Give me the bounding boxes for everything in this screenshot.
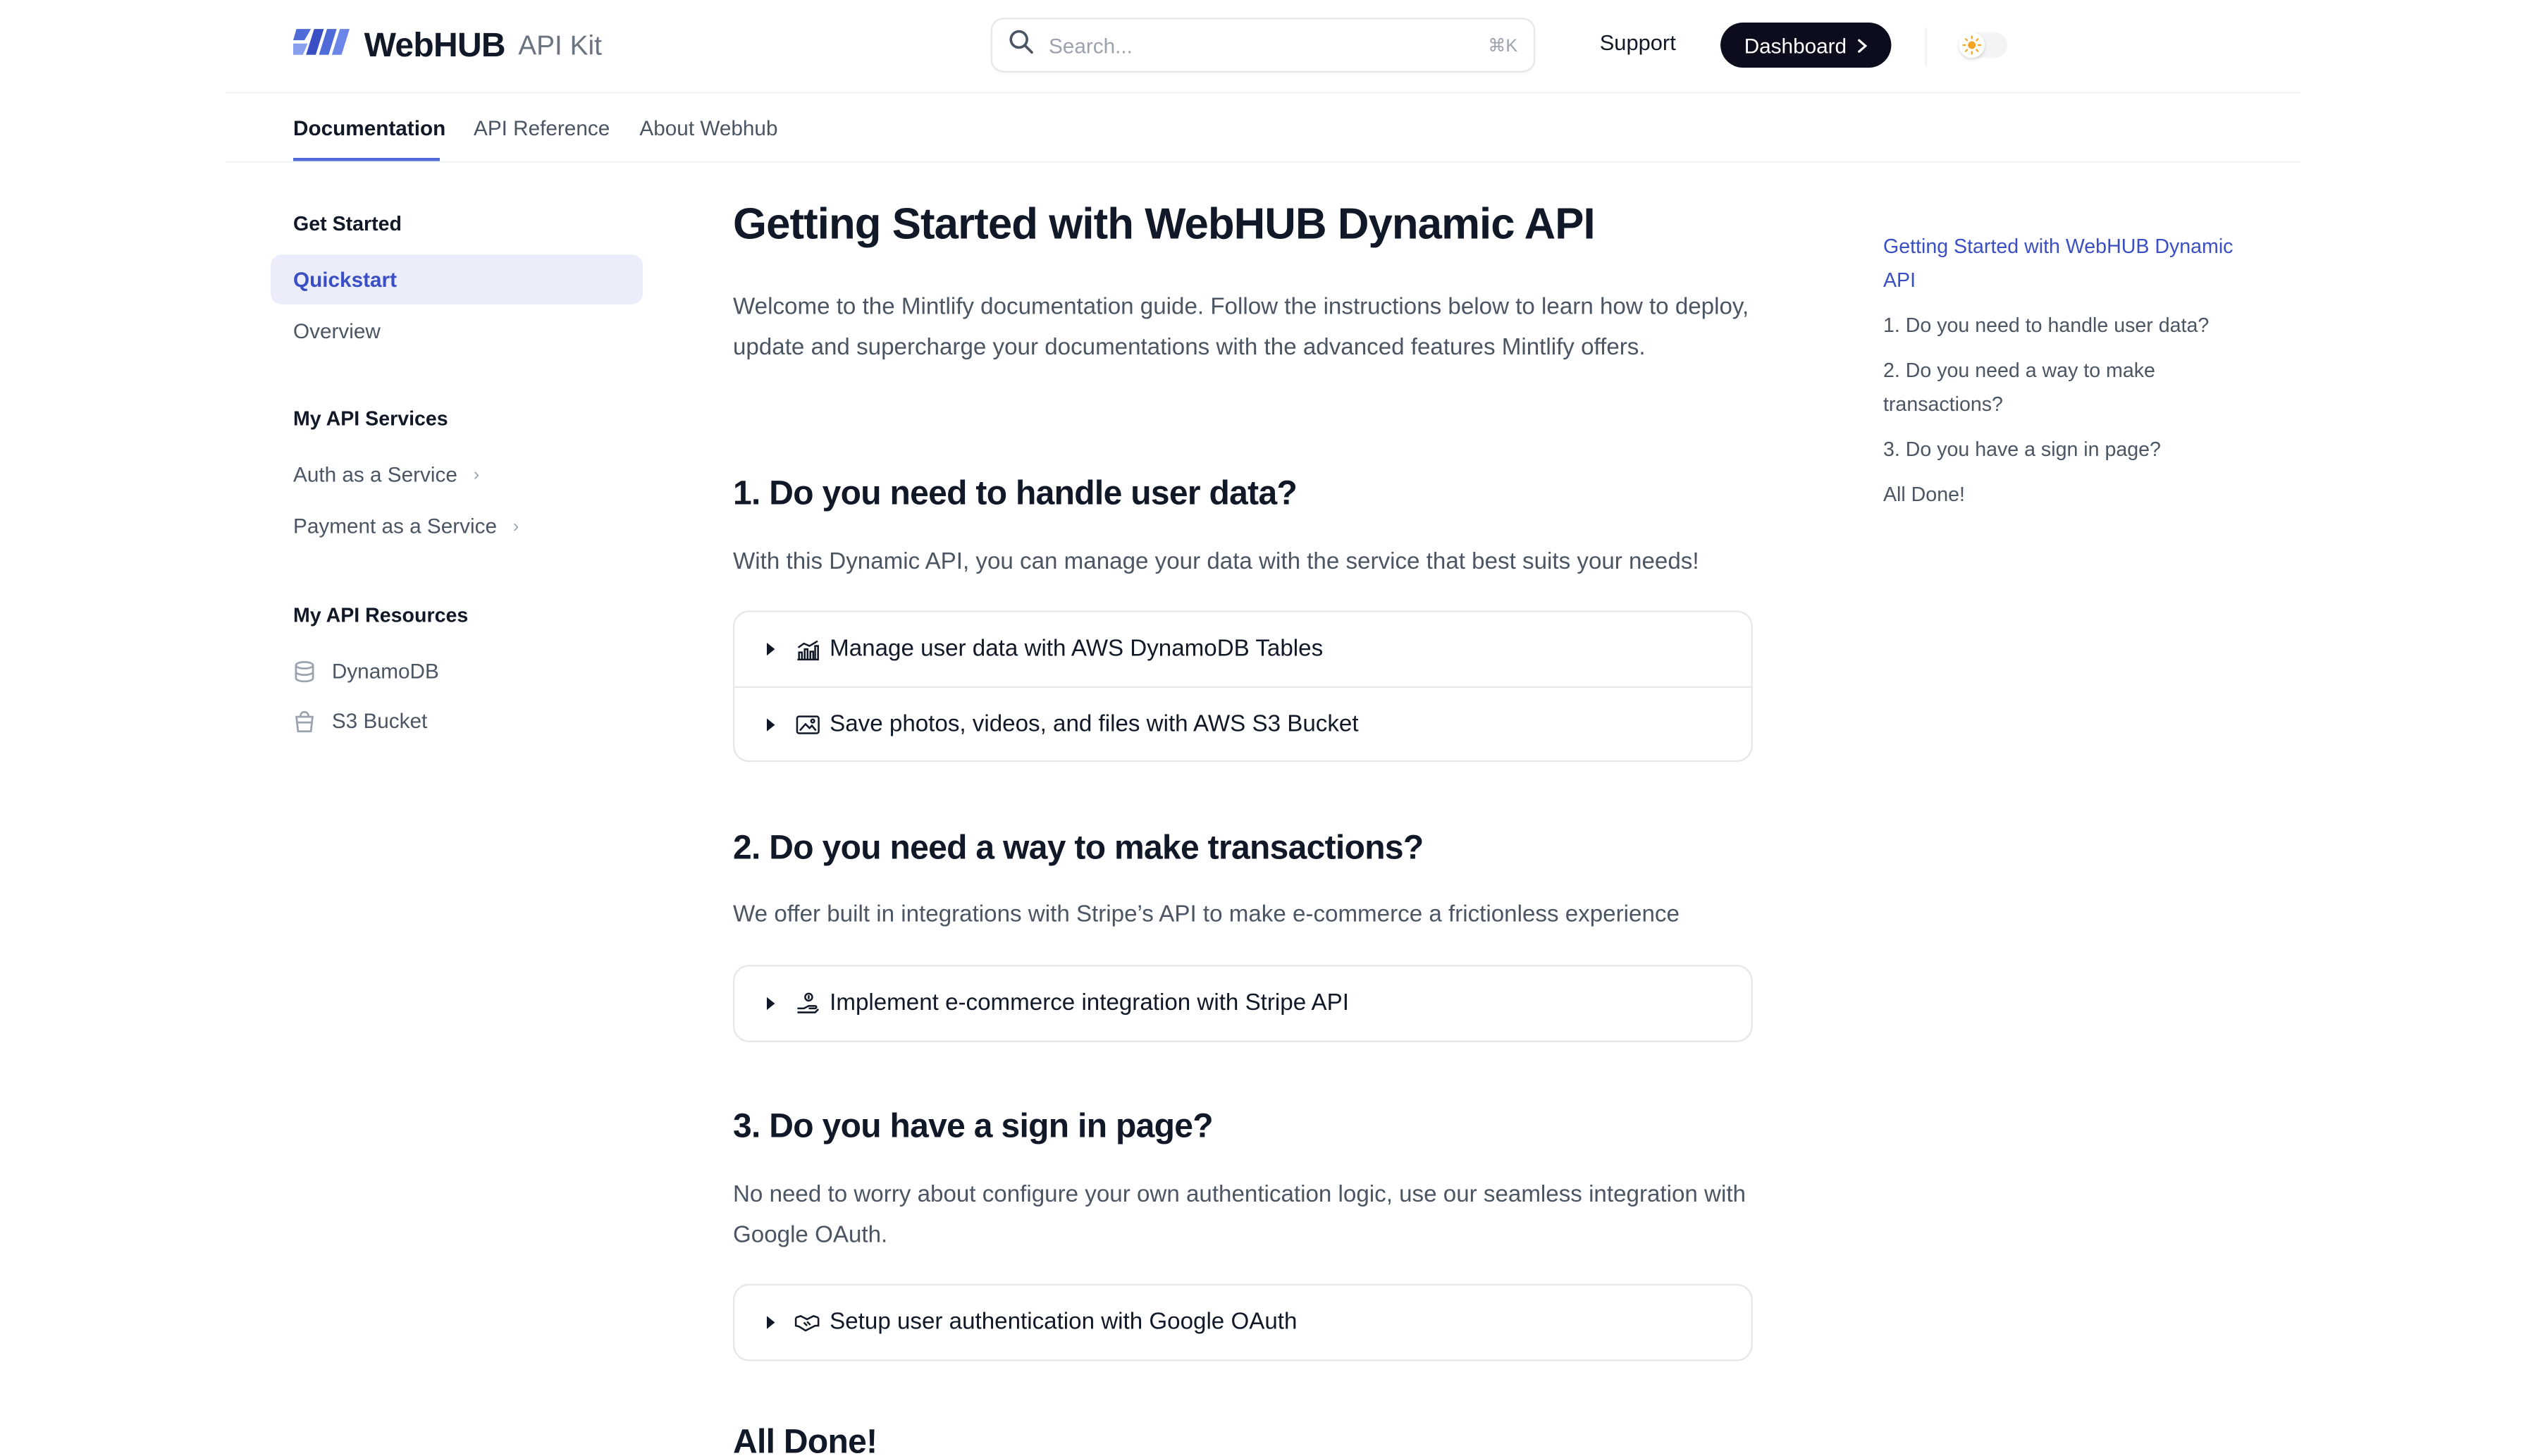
tab-api-reference[interactable]: API Reference — [474, 116, 610, 140]
chevron-right-icon: › — [512, 516, 519, 536]
accordion-google-oauth[interactable]: Setup user authentication with Google OA… — [734, 1285, 1751, 1359]
intro-paragraph: Welcome to the Mintlify documentation gu… — [732, 295, 1749, 360]
caret-right-icon — [766, 717, 775, 731]
search-shortcut: ⌘K — [1488, 36, 1518, 56]
section-heading-all-done: All Done! — [732, 1424, 877, 1456]
bucket-icon — [293, 710, 316, 732]
section-heading-transactions: 2. Do you need a way to make transaction… — [732, 829, 1424, 867]
search-icon — [1009, 28, 1035, 62]
sidebar-heading-resources: My API Resources — [292, 604, 469, 627]
sidebar-item-label: Quickstart — [292, 267, 397, 292]
search-bar[interactable]: Search... ⌘K — [990, 18, 1536, 73]
accordion-group-sign-in: Setup user authentication with Google OA… — [732, 1283, 1753, 1362]
theme-toggle[interactable] — [1959, 32, 2007, 58]
toc-item-sign-in[interactable]: 3. Do you have a sign in page? — [1883, 433, 2263, 467]
sidebar-item-label: Overview — [292, 319, 381, 343]
tab-about-webhub[interactable]: About Webhub — [639, 116, 777, 140]
sidebar-item-auth-service[interactable]: Auth as a Service › — [271, 450, 643, 500]
handshake-icon — [794, 1312, 820, 1334]
page-title: Getting Started with WebHUB Dynamic API — [732, 199, 1596, 248]
caret-right-icon — [766, 642, 775, 656]
sidebar-item-payment-service[interactable]: Payment as a Service › — [271, 501, 643, 551]
brand-subtitle: API Kit — [518, 30, 602, 61]
active-tab-indicator — [292, 157, 440, 161]
sidebar-heading-get-started: Get Started — [292, 212, 402, 235]
brand-logo[interactable]: WebHUB API Kit — [292, 24, 602, 68]
sidebar-item-overview[interactable]: Overview — [271, 306, 643, 356]
accordion-label: Implement e-commerce integration with St… — [830, 990, 1349, 1017]
accordion-stripe[interactable]: Implement e-commerce integration with St… — [734, 966, 1751, 1040]
image-icon — [794, 712, 820, 735]
money-hand-icon — [794, 992, 820, 1015]
database-icon — [293, 660, 316, 682]
sidebar-heading-services: My API Services — [292, 407, 448, 431]
section-heading-sign-in: 3. Do you have a sign in page? — [732, 1108, 1214, 1146]
toc-item-all-done[interactable]: All Done! — [1883, 479, 2263, 512]
section-text-user-data: With this Dynamic API, you can manage yo… — [732, 549, 1699, 575]
sidebar-item-s3-bucket[interactable]: S3 Bucket — [271, 696, 643, 746]
dashboard-label: Dashboard — [1744, 32, 1847, 58]
sidebar-item-label: S3 Bucket — [331, 708, 428, 733]
accordion-label: Save photos, videos, and files with AWS … — [830, 711, 1359, 737]
accordion-group-user-data: Manage user data with AWS DynamoDB Table… — [732, 610, 1753, 763]
caret-right-icon — [766, 997, 775, 1011]
section-text-sign-in: No need to worry about configure your ow… — [732, 1182, 1746, 1248]
sidebar-item-label: Auth as a Service — [292, 462, 457, 487]
chevron-right-icon — [1858, 33, 1868, 57]
top-header: WebHUB API Kit Search... ⌘K Support Dash… — [225, 0, 2300, 94]
nav-tabs: Documentation API Reference About Webhub — [225, 95, 2300, 163]
sidebar-item-quickstart[interactable]: Quickstart — [270, 254, 643, 304]
chart-icon — [794, 638, 820, 660]
accordion-group-transactions: Implement e-commerce integration with St… — [732, 965, 1753, 1042]
toc-item-user-data[interactable]: 1. Do you need to handle user data? — [1883, 309, 2263, 343]
webhub-logo-icon — [292, 24, 351, 68]
toc-item-getting-started[interactable]: Getting Started with WebHUB Dynamic API — [1883, 230, 2263, 298]
tab-documentation[interactable]: Documentation — [293, 116, 445, 140]
sidebar-item-label: Payment as a Service — [292, 514, 498, 538]
dashboard-button[interactable]: Dashboard — [1720, 22, 1892, 68]
toc-item-transactions[interactable]: 2. Do you need a way to make transaction… — [1883, 354, 2263, 422]
sidebar-item-dynamodb[interactable]: DynamoDB — [271, 646, 643, 696]
section-text-transactions: We offer built in integrations with Stri… — [732, 901, 1680, 928]
accordion-label: Manage user data with AWS DynamoDB Table… — [830, 636, 1324, 662]
accordion-label: Setup user authentication with Google OA… — [830, 1309, 1298, 1335]
brand-name: WebHUB — [364, 26, 506, 64]
section-heading-user-data: 1. Do you need to handle user data? — [732, 475, 1298, 512]
search-placeholder: Search... — [1048, 32, 1133, 58]
sidebar-item-label: DynamoDB — [331, 658, 439, 684]
support-link[interactable]: Support — [1600, 30, 1676, 54]
header-divider — [1925, 27, 1927, 66]
chevron-right-icon: › — [473, 464, 480, 484]
accordion-dynamodb[interactable]: Manage user data with AWS DynamoDB Table… — [734, 612, 1751, 686]
caret-right-icon — [766, 1316, 775, 1329]
sun-icon — [1959, 32, 1985, 58]
accordion-s3-bucket[interactable]: Save photos, videos, and files with AWS … — [734, 686, 1751, 760]
